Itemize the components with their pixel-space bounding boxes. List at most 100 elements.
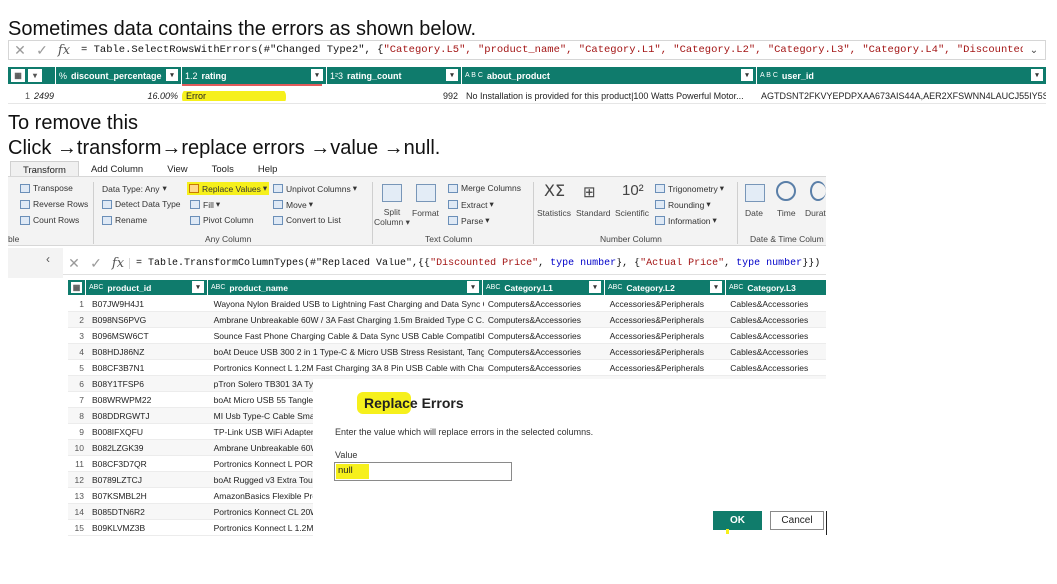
cell[interactable]: 16.00% bbox=[56, 91, 182, 101]
table-cell[interactable]: Accessories&Peripherals bbox=[606, 315, 727, 325]
table-row[interactable]: 3 B096MSW6CT Sounce Fast Phone Charging Ca… bbox=[68, 328, 826, 344]
table-cell[interactable]: Accessories&Peripherals bbox=[606, 363, 727, 373]
rounding-button[interactable]: Rounding ▾ bbox=[655, 199, 711, 210]
column-header-category-l3[interactable]: ABC Category.L3 bbox=[726, 280, 826, 295]
table-cell[interactable]: B08DDRGWTJ bbox=[88, 411, 210, 421]
cell[interactable]: No Installation is provided for this pro… bbox=[462, 91, 757, 101]
parse-button[interactable]: Parse ▾ bbox=[448, 215, 490, 226]
reverse-rows-button[interactable]: Reverse Rows bbox=[20, 199, 88, 209]
table-cell[interactable]: Accessories&Peripherals bbox=[606, 347, 727, 357]
table-cell[interactable]: Cables&Accessories bbox=[726, 315, 826, 325]
filter-dropdown-icon[interactable]: ▾ bbox=[311, 69, 323, 81]
move-button[interactable]: Move ▾ bbox=[273, 199, 313, 210]
table-cell[interactable]: B082LZGK39 bbox=[88, 443, 210, 453]
data-type-dropdown[interactable]: Data Type: Any ▾ bbox=[102, 183, 167, 194]
column-header-discount[interactable]: % discount_percentage ▾ bbox=[56, 67, 182, 84]
duration-button[interactable]: Durat bbox=[805, 208, 826, 218]
unpivot-columns-button[interactable]: Unpivot Columns ▾ bbox=[273, 183, 357, 194]
split-column-button[interactable]: Split Column ▾ bbox=[374, 207, 410, 227]
time-button[interactable]: Time bbox=[777, 208, 796, 218]
trigonometry-button[interactable]: Trigonometry ▾ bbox=[655, 183, 724, 194]
table-cell[interactable]: B08HDJ86NZ bbox=[88, 347, 210, 357]
statistics-button[interactable]: Statistics bbox=[537, 208, 571, 218]
filter-dropdown-icon[interactable]: ▾ bbox=[1031, 69, 1043, 81]
table-cell[interactable]: B09KLVMZ3B bbox=[88, 523, 210, 533]
table-cell[interactable]: Computers&Accessories bbox=[484, 363, 606, 373]
table-cell[interactable]: Cables&Accessories bbox=[726, 299, 826, 309]
column-header-user-id[interactable]: A B C user_id ▾ bbox=[757, 67, 1046, 84]
table-cell[interactable]: B08Y1TFSP6 bbox=[88, 379, 210, 389]
formula-input-2[interactable]: = Table.TransformColumnTypes(#"Replaced … bbox=[129, 258, 826, 269]
chevron-down-icon[interactable]: ▾ bbox=[28, 69, 42, 82]
pivot-column-button[interactable]: Pivot Column bbox=[190, 215, 254, 225]
filter-dropdown-icon[interactable]: ▾ bbox=[192, 281, 204, 293]
table-row[interactable]: 1 2499 16.00% Error 992 No Installation … bbox=[8, 88, 1046, 104]
column-header-product-name[interactable]: ABC product_name ▾ bbox=[208, 280, 483, 295]
collapse-chevron-icon[interactable]: ‹ bbox=[46, 252, 50, 266]
column-header-product-id[interactable]: ABC product_id ▾ bbox=[86, 280, 208, 295]
filter-dropdown-icon[interactable]: ▾ bbox=[166, 69, 178, 81]
convert-to-list-button[interactable]: Convert to List bbox=[273, 215, 341, 225]
table-cell[interactable]: B07JW9H4J1 bbox=[88, 299, 210, 309]
error-cell[interactable]: Error bbox=[182, 90, 327, 101]
table-row[interactable]: 4 B08HDJ86NZ boAt Deuce USB 300 2 in 1 Typ… bbox=[68, 344, 826, 360]
fill-button[interactable]: Fill ▾ bbox=[190, 199, 220, 210]
table-icon[interactable]: ▦ bbox=[71, 282, 82, 293]
filter-dropdown-icon[interactable]: ▾ bbox=[741, 69, 753, 81]
cancel-button[interactable]: Cancel bbox=[770, 511, 824, 530]
table-cell[interactable]: Computers&Accessories bbox=[484, 299, 606, 309]
column-header-category-l1[interactable]: ABC Category.L1 ▾ bbox=[483, 280, 605, 295]
table-cell[interactable]: B08CF3B7N1 bbox=[88, 363, 210, 373]
table-cell[interactable]: B07KSMBL2H bbox=[88, 491, 210, 501]
table-row[interactable]: 1 B07JW9H4J1 Wayona Nylon Braided USB to L… bbox=[68, 296, 826, 312]
scientific-button[interactable]: Scientific bbox=[615, 208, 649, 218]
count-rows-button[interactable]: Count Rows bbox=[20, 215, 79, 225]
table-cell[interactable]: B098NS6PVG bbox=[88, 315, 210, 325]
table-cell[interactable]: Portronics Konnect L 1.2M Fast Charging … bbox=[210, 363, 484, 373]
check-icon[interactable]: ✓ bbox=[85, 255, 107, 272]
table-menu[interactable]: ▦ ▾ bbox=[8, 67, 56, 84]
cell[interactable]: 2499 bbox=[30, 91, 56, 101]
filter-dropdown-icon[interactable]: ▾ bbox=[467, 281, 479, 293]
chevron-down-icon[interactable]: ⌄ bbox=[1023, 45, 1045, 56]
table-cell[interactable]: Computers&Accessories bbox=[484, 347, 606, 357]
cancel-icon[interactable]: ✕ bbox=[63, 255, 85, 272]
table-cell[interactable]: B008IFXQFU bbox=[88, 427, 210, 437]
cell[interactable]: 992 bbox=[327, 91, 462, 101]
format-button[interactable]: Format bbox=[412, 208, 439, 218]
table-cell[interactable]: Cables&Accessories bbox=[726, 363, 826, 373]
cancel-icon[interactable]: ✕ bbox=[9, 42, 31, 59]
table-cell[interactable]: boAt Deuce USB 300 2 in 1 Type-C & Micro… bbox=[210, 347, 484, 357]
filter-dropdown-icon[interactable]: ▾ bbox=[710, 281, 722, 293]
table-cell[interactable]: Computers&Accessories bbox=[484, 315, 606, 325]
extract-button[interactable]: Extract ▾ bbox=[448, 199, 494, 210]
table-cell[interactable]: Accessories&Peripherals bbox=[606, 299, 727, 309]
table-cell[interactable]: Computers&Accessories bbox=[484, 331, 606, 341]
table-cell[interactable]: B0789LZTCJ bbox=[88, 475, 210, 485]
filter-dropdown-icon[interactable]: ▾ bbox=[446, 69, 458, 81]
table-row[interactable]: 5 B08CF3B7N1 Portronics Konnect L 1.2M Fas… bbox=[68, 360, 826, 376]
table-cell[interactable]: Wayona Nylon Braided USB to Lightning Fa… bbox=[210, 299, 484, 309]
standard-button[interactable]: Standard bbox=[576, 208, 611, 218]
table-cell[interactable]: B08WRWPM22 bbox=[88, 395, 210, 405]
cell[interactable]: AGTDSNT2FKVYEPDPXAA673AIS44A,AER2XFSWNN4… bbox=[757, 91, 1046, 101]
column-header-rating[interactable]: 1.2 rating ▾ bbox=[182, 67, 327, 84]
table-menu[interactable]: ▦ bbox=[68, 280, 86, 295]
check-icon[interactable]: ✓ bbox=[31, 42, 53, 59]
replace-values-button[interactable]: Replace Values ▾ bbox=[187, 182, 270, 195]
table-cell[interactable]: Accessories&Peripherals bbox=[606, 331, 727, 341]
table-icon[interactable]: ▦ bbox=[11, 69, 25, 82]
column-header-rating-count[interactable]: 1²3 rating_count ▾ bbox=[327, 67, 462, 84]
rename-button[interactable]: Rename bbox=[102, 215, 147, 225]
detect-data-type-button[interactable]: Detect Data Type bbox=[102, 199, 181, 209]
date-button[interactable]: Date bbox=[745, 208, 763, 218]
table-cell[interactable]: Ambrane Unbreakable 60W / 3A Fast Chargi… bbox=[210, 315, 484, 325]
table-cell[interactable]: B08CF3D7QR bbox=[88, 459, 210, 469]
information-button[interactable]: Information ▾ bbox=[655, 215, 717, 226]
ok-button[interactable]: OK bbox=[713, 511, 762, 530]
table-cell[interactable]: Cables&Accessories bbox=[726, 347, 826, 357]
transpose-button[interactable]: Transpose bbox=[20, 183, 73, 193]
table-cell[interactable]: B085DTN6R2 bbox=[88, 507, 210, 517]
column-header-about-product[interactable]: A B C about_product ▾ bbox=[462, 67, 757, 84]
table-cell[interactable]: Sounce Fast Phone Charging Cable & Data … bbox=[210, 331, 484, 341]
